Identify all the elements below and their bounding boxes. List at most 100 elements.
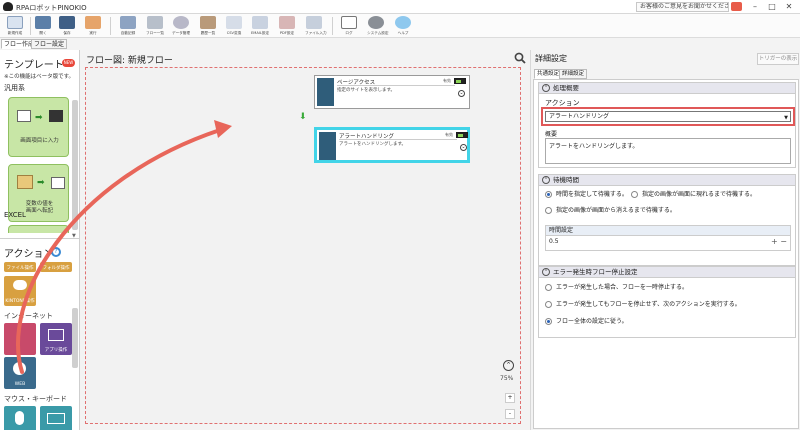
feedback-heart-icon[interactable] — [731, 2, 742, 11]
tab-common-settings[interactable]: 共通設定 — [534, 69, 563, 79]
radio-button[interactable] — [631, 191, 638, 198]
error-option-continue[interactable]: エラーが発生してもフローを停止せず、次のアクションを実行する。 — [545, 300, 785, 310]
section-error-stop: ⌃ エラー発生時フロー停止設定 エラーが発生した場合、フローを一時停止する。 エラ… — [538, 266, 796, 338]
radio-button[interactable] — [545, 301, 552, 308]
excel-section-label: EXCEL — [4, 211, 26, 219]
wait-option-image-disappear[interactable]: 指定の画像が画面から消えるまで待機する。 — [545, 206, 745, 216]
general-section-label: 汎用系 — [4, 84, 25, 92]
maximize-icon[interactable]: □ — [765, 1, 779, 13]
action-select[interactable]: アラートハンドリング ▼ — [545, 111, 791, 122]
csv-convert-button[interactable]: CSV変換 — [224, 16, 244, 37]
flow-arrow-icon: ⬇ — [299, 112, 307, 122]
flow-node-alert-handling[interactable]: アラートハンドリング 有効 アラートをハンドリングします。 ⌄ — [314, 127, 470, 163]
web-tile[interactable]: WEB — [4, 357, 36, 389]
excel-template-card[interactable] — [8, 225, 69, 233]
database-icon — [173, 16, 189, 29]
summary-label: 概要 — [545, 131, 558, 138]
wait-option-time[interactable]: 時間を指定して待機する。 — [545, 190, 635, 200]
section-header[interactable]: ⌃ 待機時間 — [539, 175, 795, 186]
node-title: ページアクセス — [337, 78, 455, 86]
error-option-follow-global[interactable]: フロー全体の設定に従う。 — [545, 317, 785, 327]
minimize-icon[interactable]: – — [748, 1, 762, 13]
kintone-tile[interactable]: KINTONE操作 — [4, 276, 36, 306]
expand-icon[interactable]: ⌄ — [460, 144, 467, 151]
system-settings-button[interactable]: システム設定 — [366, 16, 389, 37]
folder-ops-tile[interactable]: フォルダ操作 — [40, 262, 72, 272]
web-action-icon — [319, 132, 336, 160]
list-icon — [147, 16, 163, 29]
time-input[interactable]: 0.5 + − — [546, 236, 790, 248]
app-ops-tile[interactable]: アプリ操作 — [40, 323, 72, 355]
log-button[interactable]: ログ — [339, 16, 359, 37]
browser-tile[interactable] — [4, 323, 36, 355]
screen-icon — [49, 110, 63, 122]
flow-list-button[interactable]: フロー一覧 — [145, 16, 165, 37]
history-button[interactable]: 履歴一覧 — [198, 16, 218, 37]
help-button[interactable]: ヘルプ — [393, 16, 413, 37]
zoom-in-button[interactable]: + — [505, 393, 515, 403]
node-description: 指定のサイトを表示します。 — [337, 88, 396, 93]
wait-option-image-appear[interactable]: 指定の画像が画面に現れるまで待機する。 — [631, 190, 795, 200]
flow-title: フロー図: 新規フロー — [86, 56, 173, 66]
radio-button[interactable] — [545, 207, 552, 214]
save-button[interactable]: 保存 — [57, 16, 77, 37]
left-panel: テンプレート NEW ※この機能はベータ版です。 汎用系 ➡ 画面項目に入力 ➡… — [0, 50, 80, 430]
settings-body: ⌃ 処理概要 アクション アラートハンドリング ▼ 概要 アラートをハンドリングし… — [533, 79, 799, 429]
stepper-icon[interactable]: + − — [771, 236, 787, 248]
tab-flow-settings[interactable]: フロー設定 — [31, 39, 68, 49]
summary-field[interactable]: アラートをハンドリングします。 — [545, 138, 791, 164]
box-icon — [200, 16, 216, 29]
csv-icon — [226, 16, 242, 29]
section-header[interactable]: ⌃ エラー発生時フロー停止設定 — [539, 267, 795, 278]
close-icon[interactable]: ✕ — [782, 1, 796, 13]
run-button[interactable]: 実行 — [83, 16, 103, 37]
error-option-pause[interactable]: エラーが発生した場合、フローを一時停止する。 — [545, 283, 785, 293]
arrow-right-icon: ➡ — [37, 178, 45, 188]
zoom-level: 75% — [500, 375, 514, 382]
internet-section-label: インターネット — [4, 312, 53, 320]
expand-icon[interactable]: ⌄ — [458, 90, 465, 97]
section-header[interactable]: ⌃ 処理概要 — [539, 83, 795, 94]
node-toggle[interactable] — [456, 132, 468, 138]
action-title: アクション — [4, 249, 54, 260]
open-button[interactable]: 開く — [33, 16, 53, 37]
template-scrollbar[interactable] — [72, 100, 78, 230]
trigger-display-button[interactable]: トリガーの表示 — [757, 53, 799, 65]
feedback-button[interactable]: お客様のご意見をお聞かせください — [636, 2, 729, 12]
data-manage-button[interactable]: データ管理 — [171, 16, 191, 37]
file-download-icon — [306, 16, 322, 29]
play-icon — [85, 16, 101, 29]
email-icon — [252, 16, 268, 29]
radio-button[interactable] — [545, 191, 552, 198]
keyboard-tile[interactable] — [40, 406, 72, 430]
node-toggle[interactable] — [454, 78, 466, 84]
time-setting-box: 時間設定 0.5 + − — [545, 225, 791, 251]
toolbar-divider — [110, 17, 111, 35]
section-wait-time: ⌃ 待機時間 時間を指定して待機する。 指定の画像が画面に現れるまで待機する。 指… — [538, 174, 796, 266]
mouse-tile[interactable] — [4, 406, 36, 430]
template-card-input[interactable]: ➡ 画面項目に入力 — [8, 97, 69, 157]
auto-record-button[interactable]: 自動記録 — [118, 16, 138, 37]
search-icon[interactable] — [514, 52, 526, 64]
tab-detail-settings[interactable]: 詳細設定 — [559, 69, 588, 79]
gear-icon — [368, 16, 384, 29]
collapse-icon: ⌃ — [542, 84, 550, 92]
radio-button[interactable] — [545, 318, 552, 325]
radio-button[interactable] — [545, 284, 552, 291]
new-flow-button[interactable]: 新規作成 — [4, 16, 26, 37]
flow-canvas[interactable]: ページアクセス 有効 指定のサイトを表示します。 ⌄ ⬇ アラートハンドリング … — [85, 67, 521, 424]
zoom-out-button[interactable]: - — [505, 409, 515, 419]
detail-title: 詳細設定 — [535, 54, 567, 63]
flow-node-page-access[interactable]: ページアクセス 有効 指定のサイトを表示します。 ⌄ — [314, 75, 470, 109]
zoom-reset-icon[interactable]: ⌃ — [503, 360, 514, 371]
pdf-icon — [279, 16, 295, 29]
pdf-settings-button[interactable]: PDF設定 — [277, 16, 297, 37]
form-icon — [17, 110, 31, 122]
file-ops-tile[interactable]: ファイル操作 — [4, 262, 36, 272]
file-input-button[interactable]: ファイル入力 — [304, 16, 327, 37]
help-icon[interactable]: ? — [51, 247, 61, 257]
action-scrollbar[interactable] — [72, 308, 78, 368]
keyboard-icon — [47, 413, 65, 424]
node-status: 有効 — [445, 132, 453, 137]
email-settings-button[interactable]: EMAIL設定 — [250, 16, 270, 37]
